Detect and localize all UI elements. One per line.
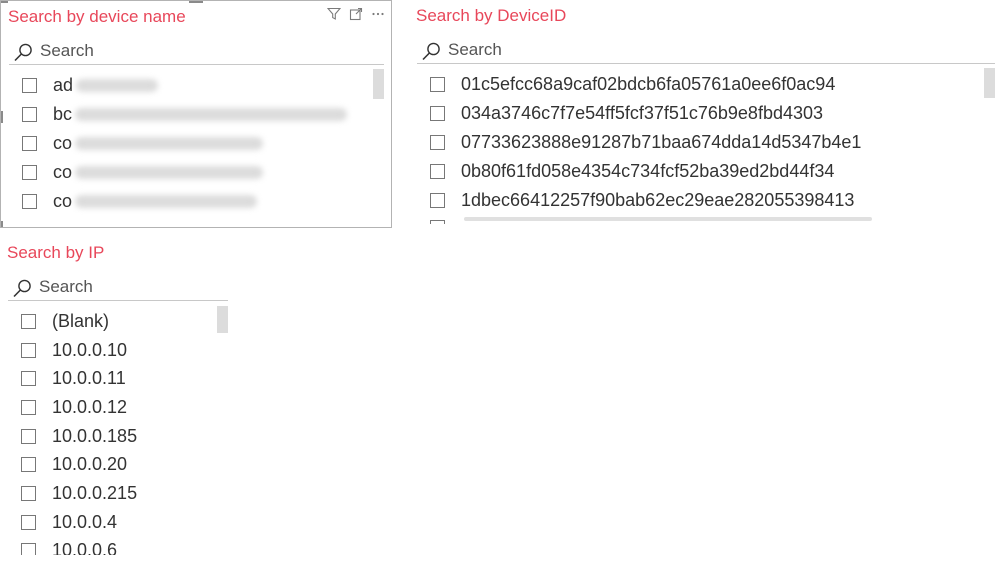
list-item[interactable]: bc [9,100,348,129]
list-item[interactable]: co [9,129,264,158]
device-name-slicer[interactable]: Search by device name Search ad bc co co… [0,0,392,228]
checkbox[interactable] [22,165,37,180]
resize-handle[interactable] [189,227,203,228]
checkbox[interactable] [22,194,37,209]
resize-handle[interactable] [189,1,203,3]
checkbox[interactable] [430,164,445,179]
redacted-text [75,108,348,121]
checkbox[interactable] [430,193,445,208]
list-item[interactable]: 10.0.0.10 [8,336,127,365]
checkbox[interactable] [22,136,37,151]
list-item-partial[interactable] [417,213,872,224]
checkbox[interactable] [430,135,445,150]
list-item[interactable]: 10.0.0.20 [8,450,127,479]
search-icon [11,278,33,305]
resize-handle[interactable] [1,227,8,228]
slicer-header-icons [327,7,385,21]
deviceid-list: 01c5efcc68a9caf02bdcb6fa05761a0ee6f0ac94… [417,68,992,224]
checkbox[interactable] [21,515,36,530]
redacted-text [75,137,264,150]
list-item[interactable]: 10.0.0.6 [8,536,117,555]
search-placeholder: Search [448,40,502,59]
list-item[interactable]: ad [9,71,159,100]
search-icon [420,41,442,68]
device-name-scrollbar[interactable] [373,69,384,99]
checkbox[interactable] [21,400,36,415]
checkbox[interactable] [21,314,36,329]
list-item[interactable]: co [9,158,264,187]
ip-slicer-title: Search by IP [7,243,105,262]
focus-mode-icon[interactable] [349,7,363,21]
resize-handle[interactable] [384,227,392,228]
filter-icon[interactable] [327,7,341,21]
more-options-icon[interactable] [371,7,385,21]
resize-handle[interactable] [391,111,392,123]
checkbox[interactable] [430,106,445,121]
deviceid-scrollbar[interactable] [984,68,995,98]
checkbox[interactable] [21,429,36,444]
list-item[interactable]: (Blank) [8,307,109,336]
ip-slicer[interactable]: Search by IP Search (Blank) 10.0.0.10 10… [0,237,240,555]
ip-list: (Blank) 10.0.0.10 10.0.0.11 10.0.0.12 10… [8,306,218,555]
list-item[interactable]: 1dbec66412257f90bab62ec29eae282055398413 [417,186,854,215]
checkbox[interactable] [21,457,36,472]
list-item[interactable]: 10.0.0.11 [8,364,126,393]
device-name-slicer-title: Search by device name [8,7,186,26]
deviceid-slicer[interactable]: Search by DeviceID Search 01c5efcc68a9ca… [409,0,999,228]
redacted-text [76,79,159,92]
deviceid-search[interactable]: Search [417,38,995,64]
checkbox[interactable] [21,486,36,501]
device-name-search[interactable]: Search [9,39,384,65]
checkbox[interactable] [22,107,37,122]
list-item[interactable]: 07733623888e91287b71baa674dda14d5347b4e1 [417,128,861,157]
list-item[interactable]: 10.0.0.215 [8,479,137,508]
resize-handle[interactable] [1,221,3,227]
list-item[interactable]: 034a3746c7f7e54ff5fcf37f51c76b9e8fbd4303 [417,99,823,128]
list-item[interactable]: 01c5efcc68a9caf02bdcb6fa05761a0ee6f0ac94 [417,70,835,99]
redacted-text [75,166,264,179]
search-icon [12,42,34,69]
search-placeholder: Search [40,41,94,60]
resize-handle[interactable] [1,111,3,123]
checkbox[interactable] [430,220,445,224]
checkbox[interactable] [21,371,36,386]
list-item[interactable]: 10.0.0.12 [8,393,127,422]
list-item[interactable]: 10.0.0.185 [8,422,137,451]
redacted-text [75,195,258,208]
list-item[interactable]: 10.0.0.4 [8,508,117,537]
clipped-text [464,216,872,221]
resize-handle[interactable] [1,1,8,3]
device-name-list: ad bc co co co [9,69,385,221]
resize-handle[interactable] [391,221,392,228]
checkbox[interactable] [21,343,36,358]
list-item-partial[interactable] [9,214,53,221]
list-item[interactable]: co [9,187,258,216]
ip-scrollbar[interactable] [217,306,228,333]
checkbox[interactable] [430,77,445,92]
checkbox[interactable] [22,78,37,93]
checkbox[interactable] [21,543,36,555]
search-placeholder: Search [39,277,93,296]
list-item[interactable]: 0b80f61fd058e4354c734fcf52ba39ed2bd44f34 [417,157,834,186]
deviceid-slicer-title: Search by DeviceID [416,6,567,25]
ip-search[interactable]: Search [8,275,228,301]
